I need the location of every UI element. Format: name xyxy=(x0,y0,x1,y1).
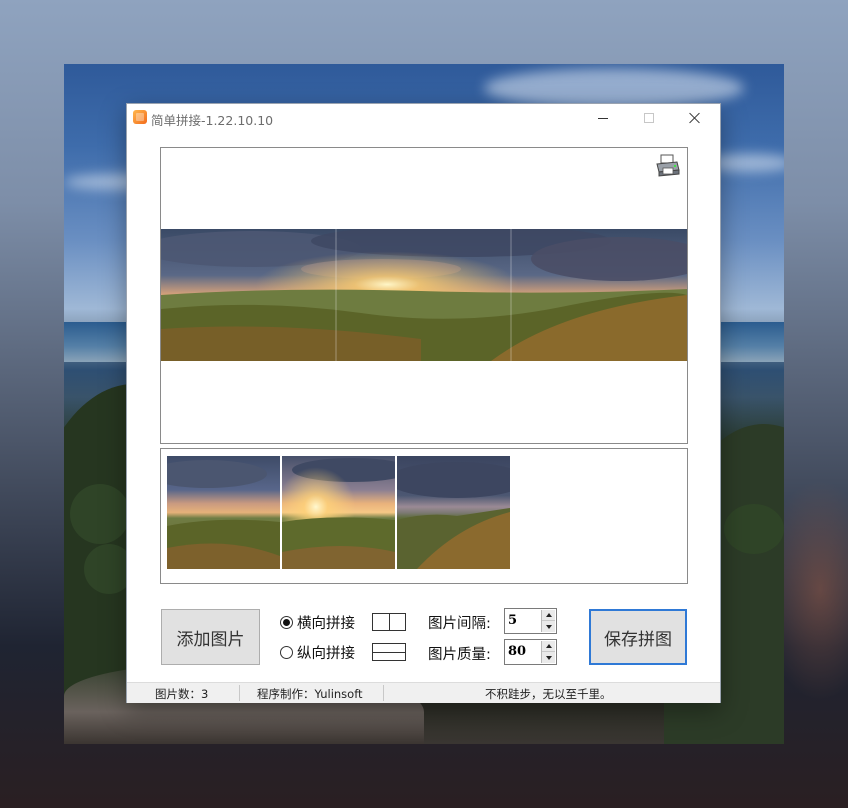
title-bar[interactable]: 简单拼接-1.22.10.10 xyxy=(127,104,720,132)
save-stitch-button[interactable]: 保存拼图 xyxy=(589,609,687,665)
app-window: 简单拼接-1.22.10.10 添加图片 横向拼接 纵向拼接 图片间隔: 5 图… xyxy=(126,103,721,703)
arrow-up-icon xyxy=(545,644,552,648)
spacing-label: 图片间隔: xyxy=(428,616,491,632)
vertical-layout-icon xyxy=(372,643,406,661)
thumbnail-strip xyxy=(160,448,688,584)
spacing-value[interactable]: 5 xyxy=(508,613,517,628)
thumbnail-image[interactable] xyxy=(167,456,280,569)
vertical-radio[interactable] xyxy=(280,645,293,659)
horizontal-stitch-label: 横向拼接 xyxy=(297,615,355,632)
close-icon xyxy=(689,112,701,124)
vertical-stitch-option[interactable]: 纵向拼接 xyxy=(280,641,355,663)
maximize-icon xyxy=(644,113,654,123)
stitch-preview xyxy=(160,147,688,444)
panorama-image xyxy=(161,229,687,361)
wallpaper-shrub xyxy=(70,484,130,544)
printer-icon[interactable] xyxy=(655,154,681,178)
wallpaper-shrub xyxy=(724,504,784,554)
spacing-down-button[interactable] xyxy=(542,621,555,632)
arrow-down-icon xyxy=(545,655,552,660)
minimize-icon xyxy=(598,117,608,119)
spacing-stepper[interactable]: 5 xyxy=(504,608,557,634)
minimize-button[interactable] xyxy=(580,104,626,132)
window-title: 简单拼接-1.22.10.10 xyxy=(151,113,274,128)
horizontal-layout-icon xyxy=(372,613,406,631)
arrow-down-icon xyxy=(545,624,552,629)
maximize-button xyxy=(626,104,672,132)
spacing-up-button[interactable] xyxy=(542,610,555,621)
quality-up-button[interactable] xyxy=(542,641,555,652)
add-images-button[interactable]: 添加图片 xyxy=(161,609,260,665)
quality-stepper[interactable]: 80 xyxy=(504,639,557,665)
motto-status: 不积跬步，无以至千里。 xyxy=(485,687,612,701)
quality-label: 图片质量: xyxy=(428,647,491,663)
author-status: 程序制作：Yulinsoft xyxy=(257,687,363,701)
horizontal-radio[interactable] xyxy=(280,615,293,629)
vertical-stitch-label: 纵向拼接 xyxy=(297,645,355,662)
status-divider xyxy=(383,685,384,701)
arrow-up-icon xyxy=(545,613,552,617)
app-icon xyxy=(133,110,147,124)
wallpaper-cloud xyxy=(484,68,744,108)
image-count-status: 图片数：3 xyxy=(155,687,209,701)
status-bar: 图片数：3 程序制作：Yulinsoft 不积跬步，无以至千里。 xyxy=(127,682,720,703)
close-button[interactable] xyxy=(672,104,718,132)
quality-value[interactable]: 80 xyxy=(508,644,526,659)
thumbnail-image[interactable] xyxy=(397,456,510,569)
horizontal-stitch-option[interactable]: 横向拼接 xyxy=(280,611,355,633)
quality-down-button[interactable] xyxy=(542,652,555,663)
status-divider xyxy=(239,685,240,701)
thumbnail-image[interactable] xyxy=(282,456,395,569)
